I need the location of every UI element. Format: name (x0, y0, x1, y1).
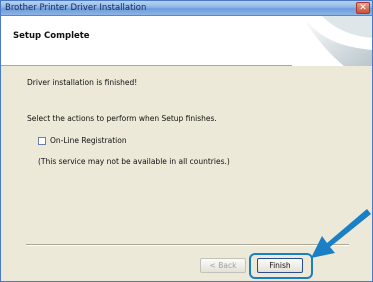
pointer-arrow-icon (311, 209, 371, 258)
footer-separator (26, 244, 349, 246)
page-title: Setup Complete (13, 31, 90, 41)
header-swoosh-graphic (292, 16, 372, 66)
header-band: Setup Complete (1, 16, 372, 66)
status-text: Driver installation is finished! (27, 78, 138, 87)
instruction-text: Select the actions to perform when Setup… (27, 114, 217, 123)
online-registration-label[interactable]: On-Line Registration (50, 136, 127, 145)
title-bar[interactable]: Brother Printer Driver Installation ✕ (1, 1, 372, 16)
installer-window: Brother Printer Driver Installation ✕ Se… (0, 0, 373, 282)
online-registration-option[interactable]: On-Line Registration (38, 136, 127, 145)
finish-button[interactable]: Finish (257, 258, 303, 273)
window-title: Brother Printer Driver Installation (5, 3, 147, 13)
online-registration-checkbox[interactable] (38, 136, 46, 145)
back-button[interactable]: < Back (200, 258, 246, 273)
close-button[interactable]: ✕ (356, 2, 370, 14)
availability-note: (This service may not be available in al… (38, 157, 230, 166)
